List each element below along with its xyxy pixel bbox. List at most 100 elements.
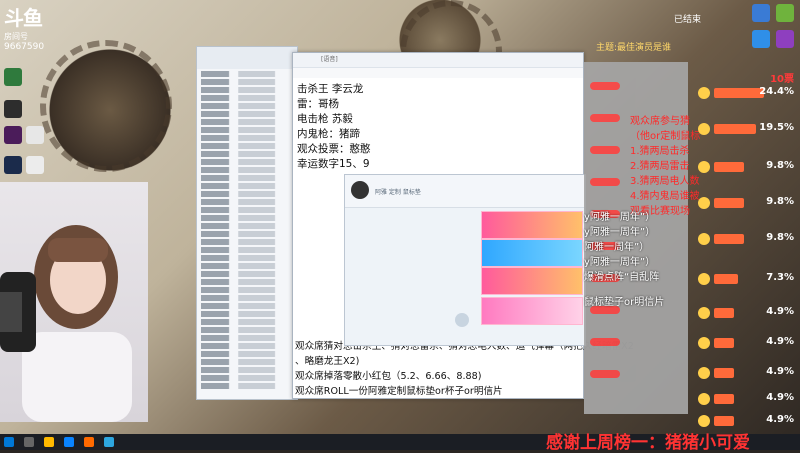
contact-row[interactable] (201, 271, 293, 277)
contact-row[interactable] (201, 207, 293, 213)
app-icon[interactable] (84, 437, 94, 447)
message-line: 观众投票：憨憨 (297, 143, 371, 155)
contact-row[interactable] (201, 255, 293, 261)
contact-row[interactable] (201, 175, 293, 181)
webcam-feed (0, 182, 148, 422)
contact-row[interactable] (201, 367, 293, 373)
contact-row[interactable] (201, 375, 293, 381)
stream-status: 已结束 (674, 15, 702, 25)
chat-titlebar: [语音] (293, 53, 583, 68)
contact-row[interactable] (201, 159, 293, 165)
avatar (698, 161, 710, 173)
danmaku-overlay: y阿雅一周年”） y阿雅一周年”） 阿雅一周年”） y阿雅一周年”） 爆滑点阵“… (584, 210, 664, 310)
vote-bar (714, 88, 764, 98)
desktop-app-icon[interactable] (4, 100, 22, 118)
browser-icon[interactable] (64, 437, 74, 447)
contact-row[interactable] (201, 303, 293, 309)
contact-row[interactable] (201, 95, 293, 101)
chat-toolbar[interactable] (293, 68, 583, 78)
contact-row[interactable] (201, 335, 293, 341)
vote-percent: 4.9% (766, 306, 794, 317)
folder-icon[interactable] (44, 437, 54, 447)
desktop-app-icon[interactable] (776, 30, 794, 48)
contact-list-header (197, 47, 297, 69)
top-vote-badge: 10票 (770, 74, 794, 85)
contact-row[interactable] (201, 239, 293, 245)
desktop-app-icon[interactable] (4, 68, 22, 86)
contact-row[interactable] (201, 199, 293, 205)
contact-row[interactable] (201, 119, 293, 125)
contact-row[interactable] (201, 183, 293, 189)
desktop-app-icon[interactable] (776, 4, 794, 22)
contact-row[interactable] (201, 167, 293, 173)
contact-row[interactable] (201, 319, 293, 325)
contact-row[interactable] (201, 279, 293, 285)
contact-row[interactable] (201, 383, 293, 389)
contact-row[interactable] (201, 247, 293, 253)
contact-row[interactable] (201, 103, 293, 109)
vote-bar (714, 416, 734, 426)
contact-row[interactable] (201, 295, 293, 301)
contact-row[interactable] (201, 215, 293, 221)
pill-decoration (590, 146, 620, 154)
contact-row[interactable] (201, 327, 293, 333)
start-icon[interactable] (4, 437, 14, 447)
contact-row[interactable] (201, 151, 293, 157)
desktop-file-icon[interactable] (26, 156, 44, 174)
avatar (698, 87, 710, 99)
contact-row[interactable] (201, 343, 293, 349)
contact-row[interactable] (201, 79, 293, 85)
vote-bar (714, 394, 734, 404)
contact-row[interactable] (201, 263, 293, 269)
contact-row[interactable] (201, 71, 293, 77)
pill-decoration (590, 82, 620, 90)
desktop-app-icon[interactable] (4, 156, 22, 174)
vote-percent: 4.9% (766, 392, 794, 403)
vote-bar (714, 124, 756, 134)
contact-row[interactable] (201, 223, 293, 229)
vote-bar (714, 162, 744, 172)
vote-bar (714, 274, 738, 284)
danmaku-line: 阿雅一周年”） (584, 242, 650, 253)
contact-row[interactable] (201, 351, 293, 357)
contact-row[interactable] (201, 231, 293, 237)
leaderboard-row: 9.8% (694, 194, 798, 212)
leaderboard-row: 19.5% (694, 120, 798, 138)
contact-row[interactable] (201, 135, 293, 141)
vote-bar (714, 338, 734, 348)
danmaku-line: y阿雅一周年”） (584, 227, 656, 238)
leaderboard-row: 24.4% (694, 84, 798, 102)
contact-row[interactable] (201, 87, 293, 93)
pill-decoration (590, 114, 620, 122)
search-icon[interactable] (24, 437, 34, 447)
contact-row[interactable] (201, 111, 293, 117)
message-line: 幸运数字15、9 (297, 158, 370, 170)
pill-decoration (590, 338, 620, 346)
emoji-icon[interactable] (455, 313, 469, 327)
avatar (698, 393, 710, 405)
danmaku-line: y阿雅一周年”） (584, 212, 656, 223)
avatar (698, 307, 710, 319)
gift-banner (481, 267, 583, 295)
vote-bar (714, 308, 734, 318)
vote-percent: 7.3% (766, 272, 794, 283)
contact-row[interactable] (201, 191, 293, 197)
desktop-app-icon[interactable] (752, 30, 770, 48)
contact-row[interactable] (201, 287, 293, 293)
contact-row[interactable] (201, 311, 293, 317)
chat-message-area: 击杀王 李云龙 雷：哥杨 电击枪 苏毅 内鬼枪：猪蹄 观众投票：憨憨 幸运数字1… (293, 78, 583, 172)
gear-decoration (40, 40, 172, 172)
desktop-file-icon[interactable] (26, 126, 44, 144)
desktop-app-icon[interactable] (4, 126, 22, 144)
secondary-chat-window[interactable]: 阿雅 定制 鼠标垫 (344, 174, 586, 346)
rules-overlay: 观众席参与猜 （他or定制鼠标 1.猜两局击杀 2.猜两局雷击 3.猜两局电人数… (630, 112, 700, 217)
contact-list-window[interactable] (196, 46, 298, 400)
qq-icon[interactable] (104, 437, 114, 447)
desktop-app-icon[interactable] (752, 4, 770, 22)
vote-bar (714, 368, 734, 378)
contact-row[interactable] (201, 143, 293, 149)
leaderboard-row: 4.9% (694, 364, 798, 382)
chat-title: [语音] (321, 56, 338, 63)
contact-row[interactable] (201, 359, 293, 365)
contact-row[interactable] (201, 127, 293, 133)
